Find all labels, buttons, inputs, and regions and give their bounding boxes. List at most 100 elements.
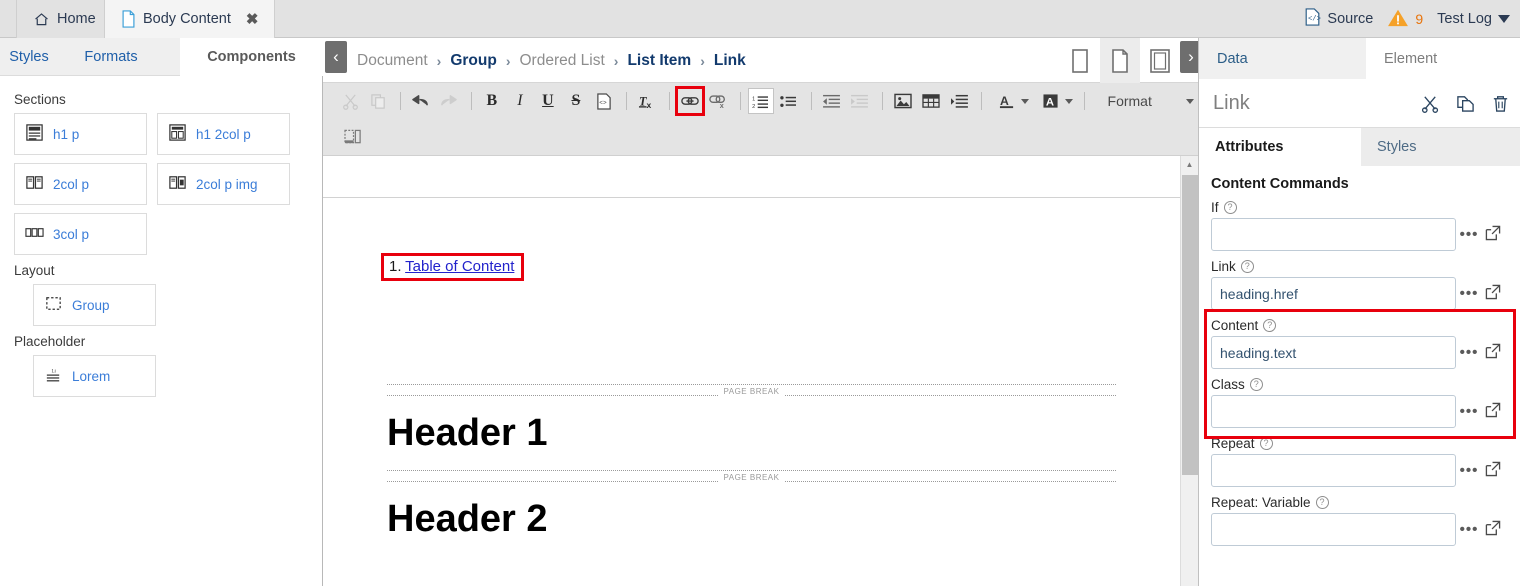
- delete-trash-icon[interactable]: [1491, 94, 1510, 113]
- component-tile-3col-p[interactable]: 3col p: [14, 213, 147, 255]
- component-tile-group[interactable]: Group: [33, 284, 156, 326]
- warning-indicator[interactable]: 9: [1387, 8, 1423, 31]
- breadcrumb-item-ordered-list[interactable]: Ordered List: [520, 52, 605, 70]
- cut-icon[interactable]: [337, 88, 363, 114]
- bullet-list-icon[interactable]: [776, 88, 802, 114]
- help-icon[interactable]: ?: [1224, 201, 1237, 214]
- component-tile-2col-p[interactable]: 2col p: [14, 163, 147, 205]
- if-input[interactable]: [1211, 218, 1456, 251]
- open-external-icon[interactable]: [1482, 225, 1504, 244]
- page-frame-view-icon[interactable]: [1140, 38, 1180, 83]
- tab-attributes[interactable]: Attributes: [1199, 128, 1361, 166]
- strikethrough-icon[interactable]: S: [563, 88, 589, 114]
- blockquote-icon[interactable]: [946, 88, 972, 114]
- more-options-icon[interactable]: •••: [1456, 344, 1482, 361]
- chevron-left-icon[interactable]: ‹: [325, 41, 347, 73]
- help-icon[interactable]: ?: [1316, 496, 1329, 509]
- code-icon[interactable]: <>: [591, 88, 617, 114]
- close-icon[interactable]: ✖: [246, 12, 259, 27]
- page-break-label: PAGE BREAK: [718, 473, 786, 482]
- repeat-variable-input[interactable]: [1211, 513, 1456, 546]
- tab-element[interactable]: Element: [1366, 38, 1520, 79]
- cut-icon[interactable]: [1421, 94, 1440, 113]
- toc-entry[interactable]: 1. Table of Content: [381, 253, 524, 281]
- breadcrumb-item-group[interactable]: Group: [450, 52, 497, 70]
- component-tile-lorem[interactable]: Li Lorem: [33, 355, 156, 397]
- open-external-icon[interactable]: [1482, 461, 1504, 480]
- tab-formats[interactable]: Formats: [68, 38, 154, 76]
- undo-icon[interactable]: [408, 88, 434, 114]
- tab-home[interactable]: Home: [16, 0, 113, 38]
- layout-3col-p-icon: [25, 223, 44, 245]
- document-page[interactable]: 1. Table of Content PAGE BREAK Header 1 …: [323, 197, 1180, 586]
- page-break-icon[interactable]: [339, 124, 368, 150]
- ordered-list-icon[interactable]: 12: [748, 88, 774, 114]
- more-options-icon[interactable]: •••: [1456, 226, 1482, 243]
- breadcrumb-item-document[interactable]: Document: [357, 52, 428, 70]
- indent-icon[interactable]: [847, 88, 873, 114]
- class-input[interactable]: [1211, 395, 1456, 428]
- more-options-icon[interactable]: •••: [1456, 521, 1482, 538]
- help-icon[interactable]: ?: [1241, 260, 1254, 273]
- page-blank-view-icon[interactable]: [1060, 38, 1100, 83]
- more-options-icon[interactable]: •••: [1456, 285, 1482, 302]
- warning-count: 9: [1415, 11, 1423, 27]
- tab-components[interactable]: Components: [180, 38, 323, 76]
- toolbar-separator: [400, 92, 401, 110]
- breadcrumb-separator: ›: [506, 53, 511, 69]
- svg-text:<>: <>: [599, 99, 607, 106]
- test-log-menu[interactable]: Test Log: [1437, 11, 1510, 27]
- tab-styles[interactable]: Styles: [0, 38, 58, 76]
- bold-icon[interactable]: B: [479, 88, 505, 114]
- breadcrumb-item-list-item[interactable]: List Item: [627, 52, 691, 70]
- outdent-icon[interactable]: [819, 88, 845, 114]
- repeat-input[interactable]: [1211, 454, 1456, 487]
- format-dropdown[interactable]: Format: [1098, 88, 1198, 114]
- scrollbar-thumb[interactable]: [1182, 175, 1198, 475]
- component-tile-h1-p[interactable]: h1 p: [14, 113, 147, 155]
- component-tile-label: 3col p: [53, 227, 89, 242]
- component-tile-h1-2col-p[interactable]: h1 2col p: [157, 113, 290, 155]
- source-button[interactable]: </> Source: [1304, 8, 1373, 30]
- copy-icon[interactable]: [1456, 94, 1475, 113]
- editor-scrollbar[interactable]: ▲: [1180, 156, 1198, 586]
- tab-body-content[interactable]: Body Content ✖: [104, 0, 275, 38]
- open-external-icon[interactable]: [1482, 520, 1504, 539]
- format-dropdown-label: Format: [1108, 93, 1152, 109]
- unlink-icon[interactable]: x: [705, 88, 731, 114]
- copy-icon[interactable]: [365, 88, 391, 114]
- document-header-1[interactable]: Header 1: [387, 412, 548, 455]
- toc-link[interactable]: Table of Content: [405, 258, 514, 275]
- editor-area: B I U S <> Tx x 12: [323, 83, 1198, 586]
- open-external-icon[interactable]: [1482, 402, 1504, 421]
- open-external-icon[interactable]: [1482, 284, 1504, 303]
- more-options-icon[interactable]: •••: [1456, 403, 1482, 420]
- remove-format-icon[interactable]: Tx: [634, 88, 660, 114]
- breadcrumb: Document › Group › Ordered List › List I…: [357, 38, 746, 83]
- help-icon[interactable]: ?: [1250, 378, 1263, 391]
- document-canvas[interactable]: 1. Table of Content PAGE BREAK Header 1 …: [323, 156, 1198, 586]
- link-input[interactable]: [1211, 277, 1456, 310]
- help-icon[interactable]: ?: [1260, 437, 1273, 450]
- redo-icon[interactable]: [436, 88, 462, 114]
- italic-icon[interactable]: I: [507, 88, 533, 114]
- scroll-up-arrow-icon[interactable]: ▲: [1181, 156, 1198, 173]
- underline-icon[interactable]: U: [535, 88, 561, 114]
- image-icon[interactable]: [890, 88, 916, 114]
- content-input[interactable]: [1211, 336, 1456, 369]
- tab-data[interactable]: Data: [1199, 38, 1366, 79]
- more-options-icon[interactable]: •••: [1456, 462, 1482, 479]
- page-document-view-icon[interactable]: [1100, 38, 1140, 83]
- document-header-2[interactable]: Header 2: [387, 498, 548, 541]
- open-external-icon[interactable]: [1482, 343, 1504, 362]
- component-tile-label: Group: [72, 298, 110, 313]
- background-color-icon[interactable]: A: [1033, 88, 1077, 114]
- breadcrumb-item-link[interactable]: Link: [714, 52, 746, 70]
- tab-styles[interactable]: Styles: [1361, 128, 1520, 166]
- link-icon[interactable]: [677, 88, 703, 114]
- component-tile-2col-p-img[interactable]: 2col p img: [157, 163, 290, 205]
- help-icon[interactable]: ?: [1263, 319, 1276, 332]
- field-link: Link ? •••: [1211, 259, 1508, 310]
- table-icon[interactable]: [918, 88, 944, 114]
- text-color-icon[interactable]: A: [989, 88, 1033, 114]
